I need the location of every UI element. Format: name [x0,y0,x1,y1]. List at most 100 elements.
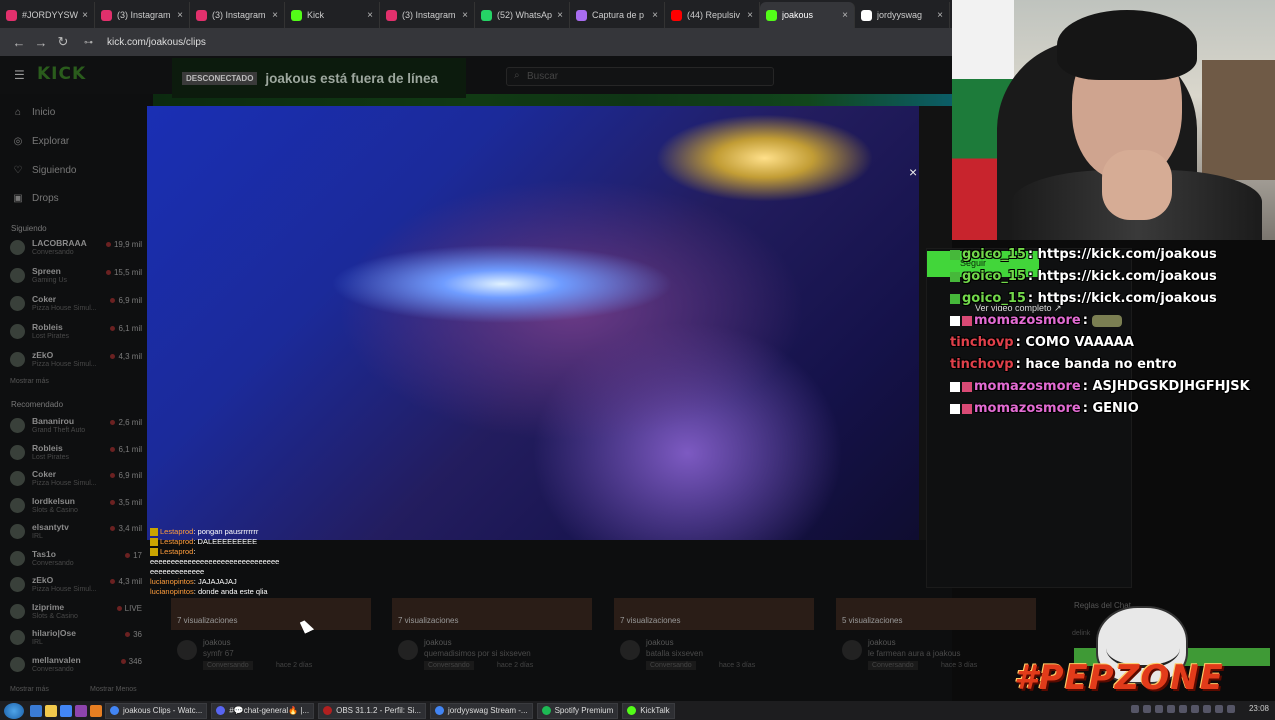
tab-close-icon[interactable]: × [557,10,563,21]
kick-logo[interactable]: KICK [37,64,86,84]
taskbar-window-button[interactable]: #💬chat-general🔥 |... [211,702,315,719]
sidebar-channel[interactable]: hilario|Ose IRL 36 [10,627,146,652]
show-more-following[interactable]: Mostrar más [10,378,49,385]
clip-title[interactable]: batalla sixseven [646,649,703,658]
tray-icon[interactable] [1179,705,1187,713]
browser-tab[interactable]: (3) Instagram × [380,2,475,28]
clip-category[interactable]: Conversando [868,661,918,670]
tab-close-icon[interactable]: × [842,10,848,21]
clip-thumbnail[interactable] [392,598,592,630]
sidebar-channel[interactable]: zEkO Pizza House Simul... 4,3 mil [10,349,146,374]
clip-author[interactable]: joakous [868,638,896,647]
quick-launch-icon[interactable] [30,704,42,717]
nav-explorar[interactable]: ◎ Explorar [12,131,70,151]
reload-icon[interactable]: ↻ [52,34,74,50]
browser-tab[interactable]: (52) WhatsAp × [475,2,570,28]
tab-close-icon[interactable]: × [747,10,753,21]
clip-category[interactable]: Conversando [424,661,474,670]
sidebar-channel[interactable]: Robleis Lost Pirates 6,1 mil [10,442,146,467]
clip-thumbnail[interactable] [171,598,371,630]
clip-title[interactable]: le farmean aura a joakous [868,649,961,658]
sidebar-channel[interactable]: LACOBRAAA Conversando 19,9 mil [10,237,146,262]
browser-tab[interactable]: (3) Instagram × [95,2,190,28]
tab-close-icon[interactable]: × [937,10,943,21]
site-info-icon[interactable]: ⊶ [84,37,93,48]
show-less-recommended[interactable]: Mostrar Menos [90,686,137,693]
tray-icon[interactable] [1215,705,1223,713]
chat-username[interactable]: lucianopintos [150,577,194,586]
tray-icon[interactable] [1227,705,1235,713]
clip-video-player[interactable] [147,106,919,540]
sidebar-channel[interactable]: elsantytv IRL 3,4 mil [10,521,146,546]
forward-arrow-icon[interactable]: → [30,35,52,50]
tab-close-icon[interactable]: × [367,10,373,21]
browser-tab[interactable]: Kick × [285,2,380,28]
nav-drops[interactable]: ▣ Drops [12,188,58,208]
clip-card[interactable]: 7 visualizaciones joakous symfr 67 Conversa… [171,598,371,670]
browser-tab[interactable]: (3) Instagram × [190,2,285,28]
browser-tab[interactable]: jordyyswag × [855,2,950,28]
back-arrow-icon[interactable]: ← [8,35,30,50]
tray-icon[interactable] [1191,705,1199,713]
hamburger-menu-icon[interactable]: ☰ [14,68,25,82]
sidebar-channel[interactable]: Iziprime Slots & Casino LIVE [10,601,146,626]
sidebar-channel[interactable]: Tas1o Conversando 17 [10,548,146,573]
sidebar-channel[interactable]: Robleis Lost Pirates 6,1 mil [10,321,146,346]
chat-username[interactable]: lucianopintos [150,587,194,596]
clip-title[interactable]: symfr 67 [203,649,234,658]
clip-card[interactable]: 5 visualizaciones joakous le farmean aura … [836,598,1036,670]
sidebar-channel[interactable]: Coker Pizza House Simul... 6,9 mil [10,293,146,318]
tray-icon[interactable] [1143,705,1151,713]
tab-close-icon[interactable]: × [272,10,278,21]
tray-icon[interactable] [1155,705,1163,713]
sidebar-channel[interactable]: zEkO Pizza House Simul... 4,3 mil [10,574,146,599]
start-button[interactable] [4,702,24,719]
search-input[interactable]: ⌕ Buscar [506,67,774,86]
sidebar-channel[interactable]: mellanvalen Conversando 346 [10,654,146,679]
browser-tab[interactable]: #JORDYYSW × [0,2,95,28]
show-more-recommended[interactable]: Mostrar más [10,686,49,693]
sidebar-channel[interactable]: Spreen Gaming Us 15,5 mil [10,265,146,290]
tray-icon[interactable] [1167,705,1175,713]
sidebar-channel[interactable]: Coker Pizza House Simul... 6,9 mil [10,468,146,493]
nav-inicio[interactable]: ⌂ Inicio [12,102,55,122]
chat-username[interactable]: Lestaprod [160,537,193,546]
taskbar-window-button[interactable]: OBS 31.1.2 - Perfil: Si... [318,702,427,719]
sidebar-channel[interactable]: lordkelsun Slots & Casino 3,5 mil [10,495,146,520]
quick-launch-icon[interactable] [60,704,72,717]
quick-launch-icon[interactable] [45,704,57,717]
tab-favicon-icon [386,9,397,21]
taskbar-clock[interactable]: 23:08 [1249,704,1269,713]
clip-category[interactable]: Conversando [203,661,253,670]
tab-close-icon[interactable]: × [652,10,658,21]
sidebar-channel[interactable]: Bananirou Grand Theft Auto 2,6 mil [10,415,146,440]
close-icon[interactable]: × [909,164,917,180]
browser-tab[interactable]: Captura de p × [570,2,665,28]
chat-username[interactable]: Lestaprod [160,547,193,556]
clip-category[interactable]: Conversando [646,661,696,670]
url-text[interactable]: kick.com/joakous/clips [107,37,206,48]
clip-card[interactable]: 7 visualizaciones joakous batalla sixseven… [614,598,814,670]
clip-title[interactable]: quemadisimos por si sixseven [424,649,531,658]
chat-username[interactable]: Lestaprod [160,527,193,536]
browser-tab[interactable]: (44) Repulsiv × [665,2,760,28]
tray-icon[interactable] [1131,705,1139,713]
clip-thumbnail[interactable] [614,598,814,630]
quick-launch-icon[interactable] [90,704,102,717]
clip-card[interactable]: 7 visualizaciones joakous quemadisimos por… [392,598,592,670]
quick-launch-icon[interactable] [75,704,87,717]
taskbar-window-button[interactable]: Spotify Premium [536,702,619,719]
tab-close-icon[interactable]: × [462,10,468,21]
tray-icon[interactable] [1203,705,1211,713]
tab-close-icon[interactable]: × [82,10,88,21]
taskbar-window-button[interactable]: jordyyswag Stream -... [430,702,533,719]
browser-tab[interactable]: joakous × [760,2,855,28]
clip-author[interactable]: joakous [203,638,231,647]
clip-thumbnail[interactable] [836,598,1036,630]
taskbar-window-button[interactable]: KickTalk [622,702,675,719]
clip-author[interactable]: joakous [424,638,452,647]
nav-siguiendo[interactable]: ♡ Siguiendo [12,160,77,180]
tab-close-icon[interactable]: × [177,10,183,21]
clip-author[interactable]: joakous [646,638,674,647]
taskbar-window-button[interactable]: joakous Clips - Watc... [105,702,208,719]
